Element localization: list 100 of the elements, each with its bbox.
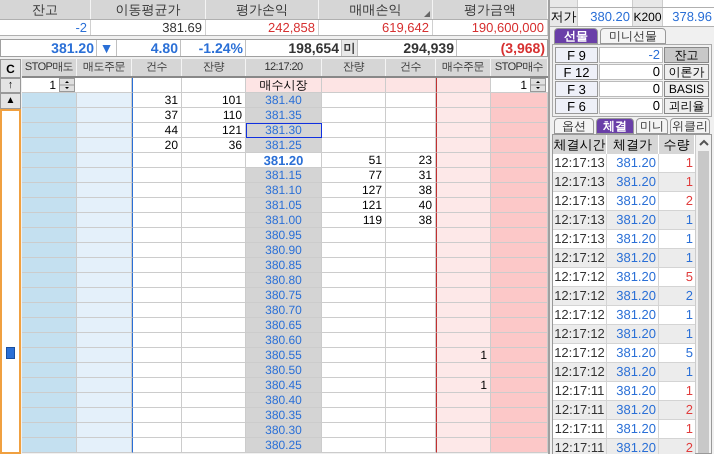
price-cell[interactable]: 381.35: [246, 108, 322, 123]
sell-order-cell[interactable]: [77, 333, 132, 348]
buy-order-cell[interactable]: [436, 228, 491, 243]
price-cell[interactable]: 381.40: [246, 93, 322, 108]
sell-order-cell[interactable]: [77, 363, 132, 378]
tab[interactable]: 미니: [636, 118, 668, 134]
buy-order-cell[interactable]: [436, 423, 491, 438]
contract-button[interactable]: F 9: [555, 47, 598, 63]
sell-order-cell[interactable]: [77, 138, 132, 153]
stop-sell-order-cell[interactable]: [22, 348, 77, 363]
price-cell[interactable]: 380.55: [246, 348, 322, 363]
sell-order-cell[interactable]: [77, 318, 132, 333]
sell-order-cell[interactable]: [77, 423, 132, 438]
buy-order-cell[interactable]: [436, 408, 491, 423]
price-cell[interactable]: 380.80: [246, 273, 322, 288]
action-button[interactable]: BASIS: [664, 81, 709, 97]
sell-order-cell[interactable]: [77, 213, 132, 228]
contract-button[interactable]: F 12: [555, 64, 598, 80]
stop-sell-order-cell[interactable]: [22, 393, 77, 408]
sell-order-cell[interactable]: [77, 198, 132, 213]
price-cell[interactable]: 380.90: [246, 243, 322, 258]
price-cell[interactable]: 380.45: [246, 378, 322, 393]
stop-sell-order-cell[interactable]: [22, 138, 77, 153]
stop-sell-order-cell[interactable]: [22, 258, 77, 273]
tab[interactable]: 체결: [596, 118, 634, 134]
stop-sell-order-cell[interactable]: [22, 108, 77, 123]
buy-order-cell[interactable]: 1: [436, 348, 491, 363]
tab[interactable]: 옵션: [554, 118, 594, 134]
price-cell[interactable]: 380.95: [246, 228, 322, 243]
scrollbar[interactable]: [695, 135, 711, 453]
price-cell[interactable]: 381.15: [246, 168, 322, 183]
buy-order-cell[interactable]: [436, 258, 491, 273]
sell-order-cell[interactable]: [77, 243, 132, 258]
price-cell[interactable]: 381.25: [246, 138, 322, 153]
sell-order-cell[interactable]: [77, 408, 132, 423]
buy-order-cell[interactable]: [436, 123, 491, 138]
price-cell[interactable]: 381.30: [246, 123, 322, 138]
tab[interactable]: 미니선물: [600, 28, 666, 44]
sell-order-cell[interactable]: [77, 93, 132, 108]
price-cell[interactable]: 380.25: [246, 438, 322, 453]
spinner-icon[interactable]: [59, 78, 75, 92]
stop-sell-order-cell[interactable]: [22, 93, 77, 108]
stop-sell-order-cell[interactable]: [22, 123, 77, 138]
sell-order-cell[interactable]: [77, 168, 132, 183]
buy-order-cell[interactable]: [436, 333, 491, 348]
stop-buy-order-cell[interactable]: [491, 168, 548, 183]
buy-order-cell[interactable]: [436, 438, 491, 453]
sell-order-cell[interactable]: [77, 183, 132, 198]
action-button[interactable]: 이론가: [664, 64, 709, 80]
buy-order-cell[interactable]: [436, 363, 491, 378]
stop-buy-order-cell[interactable]: [491, 138, 548, 153]
buy-order-cell[interactable]: [436, 153, 491, 168]
price-cell[interactable]: 380.85: [246, 258, 322, 273]
stop-buy-order-cell[interactable]: [491, 378, 548, 393]
sell-order-cell[interactable]: [77, 78, 132, 93]
quantity-spinner[interactable]: 1: [491, 78, 548, 93]
action-button[interactable]: 잔고: [664, 47, 709, 63]
top-button[interactable]: ▲: [0, 93, 21, 109]
stop-buy-order-cell[interactable]: [491, 183, 548, 198]
quantity-spinner[interactable]: 1: [22, 78, 77, 93]
stop-sell-order-cell[interactable]: [22, 273, 77, 288]
buy-order-cell[interactable]: [436, 303, 491, 318]
price-cell[interactable]: 380.35: [246, 408, 322, 423]
stop-buy-order-cell[interactable]: [491, 438, 548, 453]
stop-buy-order-cell[interactable]: [491, 303, 548, 318]
buy-order-cell[interactable]: [436, 273, 491, 288]
stop-sell-order-cell[interactable]: [22, 213, 77, 228]
sell-order-cell[interactable]: [77, 273, 132, 288]
buy-order-cell[interactable]: 1: [436, 378, 491, 393]
stop-buy-order-cell[interactable]: [491, 123, 548, 138]
stop-buy-order-cell[interactable]: [491, 198, 548, 213]
spinner-icon[interactable]: [530, 78, 546, 92]
sell-order-cell[interactable]: [77, 153, 132, 168]
buy-order-cell[interactable]: [436, 198, 491, 213]
stop-sell-order-cell[interactable]: [22, 423, 77, 438]
buy-order-cell[interactable]: [436, 318, 491, 333]
sell-order-cell[interactable]: [77, 348, 132, 363]
sell-order-cell[interactable]: [77, 258, 132, 273]
stop-sell-order-cell[interactable]: [22, 153, 77, 168]
stop-buy-order-cell[interactable]: [491, 243, 548, 258]
stop-buy-order-cell[interactable]: [491, 333, 548, 348]
stop-sell-order-cell[interactable]: [22, 318, 77, 333]
sell-order-cell[interactable]: [77, 438, 132, 453]
price-cell[interactable]: 381.05: [246, 198, 322, 213]
tab[interactable]: 위클리: [670, 118, 710, 134]
stop-buy-order-cell[interactable]: [491, 213, 548, 228]
stop-buy-order-cell[interactable]: [491, 408, 548, 423]
stop-sell-order-cell[interactable]: [22, 183, 77, 198]
clear-button[interactable]: C: [0, 59, 21, 78]
sell-order-cell[interactable]: [77, 108, 132, 123]
price-cell[interactable]: 380.50: [246, 363, 322, 378]
price-cell[interactable]: 380.65: [246, 318, 322, 333]
contract-button[interactable]: F 6: [555, 98, 598, 114]
sell-order-cell[interactable]: [77, 303, 132, 318]
stop-buy-order-cell[interactable]: [491, 93, 548, 108]
sell-order-cell[interactable]: [77, 393, 132, 408]
buy-order-cell[interactable]: [436, 168, 491, 183]
stop-sell-order-cell[interactable]: [22, 408, 77, 423]
sell-order-cell[interactable]: [77, 378, 132, 393]
stop-buy-order-cell[interactable]: [491, 108, 548, 123]
